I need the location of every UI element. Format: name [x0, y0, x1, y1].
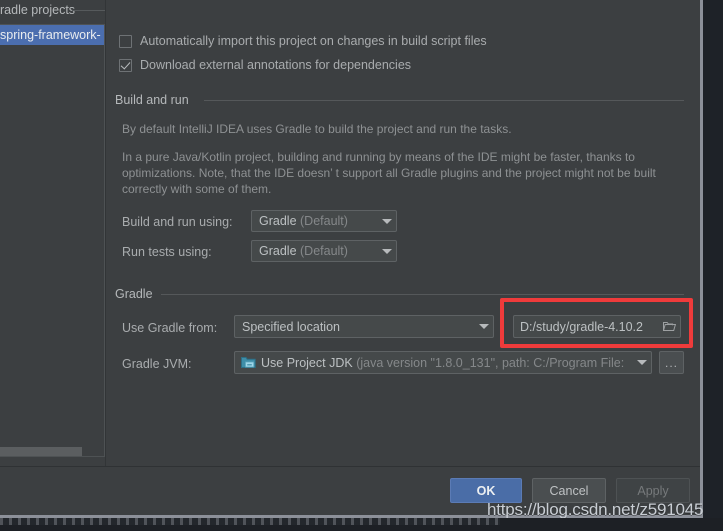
auto-import-checkbox[interactable] [119, 34, 132, 48]
run-tests-using-value: Gradle (Default) [252, 244, 378, 258]
jdk-folder-icon [241, 356, 257, 370]
gradle-jvm-value-suffix: (java version "1.8.0_131", path: C:/Prog… [356, 355, 625, 370]
build-and-run-using-combobox[interactable]: Gradle (Default) [251, 210, 397, 232]
gradle-settings-dialog: radle projects spring-framework- Automat… [0, 0, 703, 518]
screenshot-root: radle projects spring-framework- Automat… [0, 0, 723, 531]
settings-content: Automatically import this project on cha… [106, 0, 703, 466]
build-and-run-using-label: Build and run using: [122, 215, 233, 229]
chevron-down-icon[interactable] [378, 248, 396, 254]
download-annotations-checkbox-row[interactable]: Download external annotations for depend… [119, 56, 411, 74]
build-and-run-group-rule [204, 100, 684, 101]
download-annotations-checkbox-label: Download external annotations for depend… [140, 58, 412, 72]
gradle-projects-list[interactable]: spring-framework- [0, 24, 105, 457]
folder-icon[interactable] [658, 321, 680, 332]
gradle-jvm-combobox[interactable]: Use Project JDK (java version "1.8.0_131… [234, 351, 652, 374]
gradle-home-value: D:/study/gradle-4.10.2 [520, 319, 643, 334]
download-annotations-checkbox[interactable] [119, 58, 132, 72]
gradle-jvm-label: Gradle JVM: [122, 357, 192, 371]
chevron-down-icon[interactable] [378, 218, 396, 224]
use-gradle-from-combobox[interactable]: Specified location [234, 315, 494, 338]
gradle-group-title: Gradle [115, 287, 153, 301]
desktop-background-right [703, 0, 723, 518]
use-gradle-from-label: Use Gradle from: [122, 321, 218, 335]
gradle-jvm-browse-button[interactable]: ... [659, 351, 684, 374]
chevron-down-icon[interactable] [633, 360, 651, 365]
chevron-down-icon[interactable] [475, 324, 493, 329]
gradle-home-textfield[interactable]: D:/study/gradle-4.10.2 [513, 315, 681, 338]
bottom-texture [0, 518, 500, 525]
horizontal-scrollbar-thumb[interactable] [0, 447, 82, 456]
gradle-projects-title: radle projects [0, 3, 76, 17]
build-and-run-group-title: Build and run [115, 93, 189, 107]
use-gradle-from-value: Specified location [242, 319, 340, 334]
build-and-run-using-value-main: Gradle [259, 214, 297, 228]
run-tests-using-value-suffix: (Default) [300, 244, 348, 258]
run-tests-using-value-main: Gradle [259, 244, 297, 258]
build-and-run-paragraph-1: By default IntelliJ IDEA uses Gradle to … [122, 122, 512, 136]
run-tests-using-label: Run tests using: [122, 245, 212, 259]
build-and-run-using-value: Gradle (Default) [252, 214, 378, 228]
horizontal-scrollbar[interactable] [0, 447, 104, 456]
gradle-projects-panel: radle projects spring-framework- [0, 0, 105, 467]
gradle-projects-title-rule [72, 10, 105, 11]
gradle-group-rule [161, 294, 684, 295]
auto-import-checkbox-row[interactable]: Automatically import this project on cha… [119, 32, 487, 50]
dialog-right-edge [700, 0, 703, 518]
run-tests-using-combobox[interactable]: Gradle (Default) [251, 240, 397, 262]
auto-import-checkbox-label: Automatically import this project on cha… [140, 34, 487, 48]
build-and-run-paragraph-2: In a pure Java/Kotlin project, building … [122, 150, 660, 196]
watermark-text: https://blog.csdn.net/z591045 [487, 500, 704, 519]
gradle-jvm-value: Use Project JDK (java version "1.8.0_131… [261, 356, 633, 370]
build-and-run-using-value-suffix: (Default) [300, 214, 348, 228]
gradle-jvm-value-main: Use Project JDK [261, 355, 353, 370]
list-item[interactable]: spring-framework- [0, 25, 104, 45]
